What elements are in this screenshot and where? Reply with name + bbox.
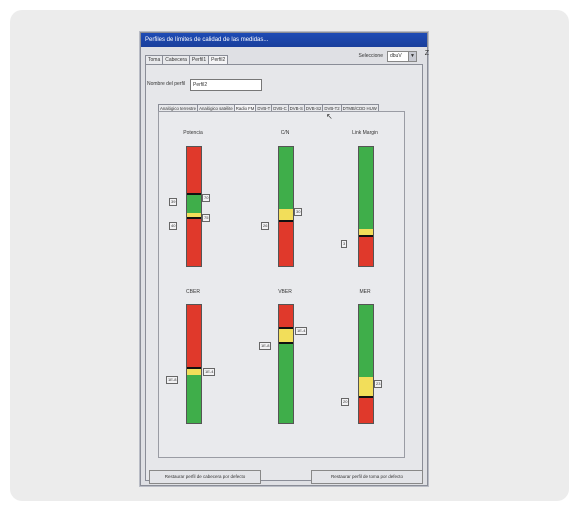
- meter-label-potencia: Potencia: [183, 130, 203, 136]
- meter-bar-vber[interactable]: [278, 304, 294, 424]
- window-title: Perfiles de límites de calidad de las me…: [141, 33, 427, 47]
- vber-low[interactable]: 1E-8: [259, 342, 272, 350]
- meter-bar-mer[interactable]: [358, 304, 374, 424]
- potencia-min-yellow[interactable]: 40: [169, 222, 178, 230]
- mer-min[interactable]: 20: [341, 398, 350, 406]
- tab-perfil2[interactable]: Perfil2: [208, 55, 229, 64]
- restore-header-profile-button[interactable]: Restaurar perfil de cabecera por defecto: [149, 470, 261, 484]
- selector-label: Seleccione: [358, 53, 383, 59]
- meter-bar-potencia[interactable]: [186, 146, 202, 267]
- edge-glyph: Z: [424, 50, 429, 57]
- meter-bar-link-margin[interactable]: [358, 146, 374, 267]
- unit-select[interactable]: dbuV ▼: [387, 50, 417, 62]
- cn-min[interactable]: 26: [261, 222, 270, 230]
- main-tabs: Toma Cabecera Perfil1 Perfil2: [145, 55, 229, 64]
- unit-value: dbuV: [390, 52, 402, 59]
- tab-cabecera[interactable]: Cabecera: [162, 55, 190, 64]
- profile-name-label: Nombre del perfil: [147, 81, 186, 87]
- potencia-max-yellow[interactable]: 75: [202, 214, 211, 222]
- tab-toma[interactable]: Toma: [145, 55, 164, 64]
- meter-bar-cn[interactable]: [278, 146, 294, 267]
- vber-high[interactable]: 1E-4: [295, 327, 308, 335]
- unit-selector: Seleccione dbuV ▼: [359, 50, 417, 62]
- meter-label-cber: CBER: [186, 289, 200, 295]
- mer-max[interactable]: 23: [374, 380, 383, 388]
- meter-label-cn: C/N: [280, 130, 290, 136]
- profile-name-input[interactable]: Perfil2: [190, 79, 262, 91]
- meter-label-mer: MER: [359, 289, 371, 295]
- link-margin-min[interactable]: 3: [341, 240, 348, 248]
- tab-perfil1[interactable]: Perfil1: [188, 55, 210, 64]
- meter-label-link-margin: Link Margin: [352, 130, 378, 136]
- chevron-down-icon[interactable]: ▼: [408, 51, 416, 61]
- potencia-max-red[interactable]: 70: [202, 194, 211, 202]
- cber-high[interactable]: 1E-4: [203, 368, 216, 376]
- meter-label-vber: VBER: [278, 289, 292, 295]
- mouse-cursor-icon: ↖: [326, 112, 333, 121]
- potencia-min-red[interactable]: 39: [169, 198, 178, 206]
- restore-toma-profile-button[interactable]: Restaurar perfil de toma por defecto: [311, 470, 423, 484]
- cber-low[interactable]: 1E-8: [166, 376, 179, 384]
- meter-bar-cber[interactable]: [186, 304, 202, 424]
- cn-max[interactable]: 30: [294, 208, 303, 216]
